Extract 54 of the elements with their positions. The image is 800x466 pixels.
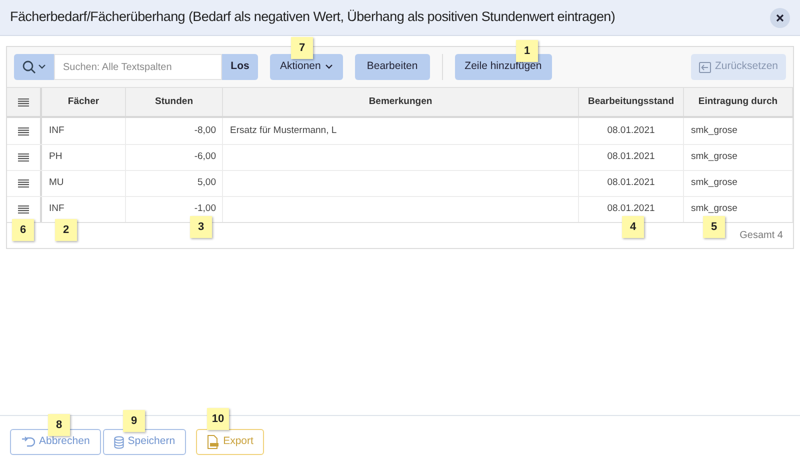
menu-icon[interactable] [18,98,29,106]
table-cell-text: -8,00 [194,124,216,138]
spreadsheet-file-icon [207,435,220,449]
callout-marker: 9 [123,410,145,432]
close-icon [775,12,785,22]
menu-icon[interactable] [18,179,29,188]
table-cell-text: smk_grose [691,176,738,190]
close-button[interactable] [770,8,790,28]
edit-button[interactable]: Bearbeiten [354,54,430,80]
table-cell-text: 08.01.2021 [607,150,655,164]
table-cell-text: MU [49,176,64,190]
caret-icon [38,64,46,70]
row-total: Gesamt 4 [740,229,783,243]
actions-button[interactable]: Aktionen [270,54,343,80]
table-cell-text: 08.01.2021 [607,202,655,216]
column-header[interactable]: Bemerkungen [368,94,432,110]
column-header[interactable]: Stunden [155,94,193,110]
callout-marker: 1 [516,40,538,62]
callout-marker: 4 [622,216,644,238]
table-cell-text: 08.01.2021 [607,124,655,138]
callout-marker: 7 [291,37,313,59]
table-cell-text: -6,00 [194,150,216,164]
go-button[interactable]: Los [222,54,258,80]
callout-marker: 6 [12,219,34,241]
callout-marker: 8 [48,414,70,436]
table-cell-text: PH [49,150,62,164]
back-arrow-icon [698,62,711,72]
column-header[interactable]: Fächer [68,94,100,110]
table-cell-text: 08.01.2021 [607,176,655,190]
menu-icon[interactable] [18,126,29,136]
table-cell-text: smk_grose [691,124,738,138]
callout-marker: 3 [190,216,212,238]
database-icon [114,436,124,448]
search-menu-button[interactable] [14,54,54,80]
callout-marker: 2 [55,219,77,241]
search-field[interactable]: Suchen: Alle Textspalten [54,54,222,80]
table-cell-text: -1,00 [194,202,216,216]
table-cell-text: smk_grose [691,202,738,216]
callout-marker: 5 [703,216,725,238]
table-cell-text: INF [49,124,64,138]
table-cell-text: INF [49,202,64,216]
menu-icon[interactable] [18,205,29,214]
undo-arrow-icon [21,436,35,448]
table-cell-text: Ersatz für Mustermann, L [230,124,337,138]
add-row-button[interactable]: Zeile hinzufügen [454,54,552,80]
table-cell-text: smk_grose [691,150,738,164]
callout-marker: 10 [207,408,229,430]
column-header[interactable]: Bearbeitungsstand [588,94,674,110]
dialog-title: Fächerbedarf/Fächerüberhang (Bedarf als negativen Wert, Überhang als positiven Stundenwert eintragen) [10,8,616,26]
column-header[interactable]: Eintragung durch [698,94,778,110]
table-cell-text: 5,00 [198,176,216,190]
menu-icon[interactable] [18,153,29,162]
caret-icon [324,64,333,70]
search-icon [22,60,36,74]
